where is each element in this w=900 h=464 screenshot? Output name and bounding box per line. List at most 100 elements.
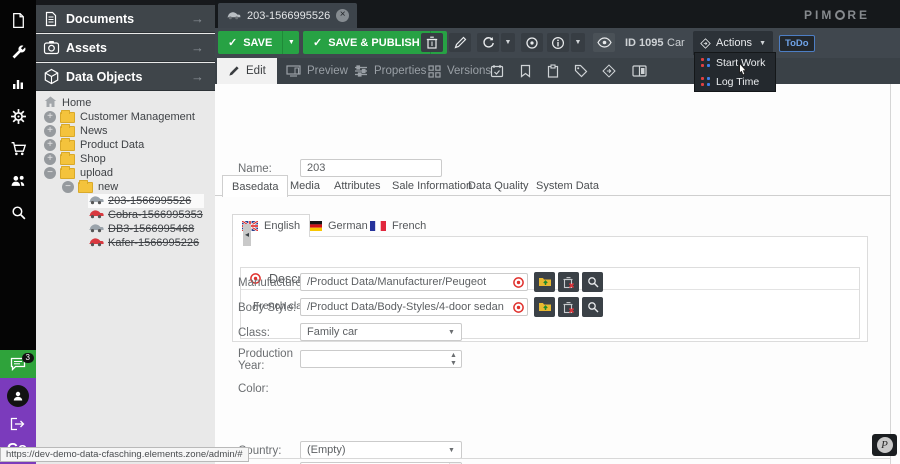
tree-item-car[interactable]: DB3-1566995468 <box>88 222 194 236</box>
expand-plus-icon[interactable]: + <box>44 153 56 165</box>
lang-label: French <box>392 220 426 232</box>
dirty-field-target-icon <box>512 301 525 314</box>
notes-button[interactable] <box>543 62 563 80</box>
search-icon[interactable] <box>0 196 36 228</box>
lang-tab-french[interactable]: French <box>361 214 435 237</box>
info-icon <box>551 36 565 50</box>
spinner-down-icon[interactable]: ▼ <box>450 360 457 367</box>
bookmark-button[interactable] <box>515 62 535 80</box>
schedule-button[interactable] <box>487 62 507 80</box>
tree-item-folder-new[interactable]: − new <box>62 180 118 194</box>
tab-label: Data Quality <box>468 180 529 192</box>
sidebar-collapse-handle[interactable]: ◂ <box>243 224 251 246</box>
open-object-tab[interactable]: 203-1566995526 × <box>218 3 357 28</box>
bodystyle-open-button[interactable] <box>534 297 555 317</box>
manufacturer-input[interactable] <box>300 273 528 291</box>
workflow-dots-icon <box>701 77 710 86</box>
tree-item-label: Kafer-1566995226 <box>108 237 199 249</box>
tab-close-icon[interactable]: × <box>336 9 349 22</box>
bodystyle-label: Body Style: <box>238 302 296 314</box>
reload-button[interactable] <box>477 33 499 52</box>
tree-item-car-selected[interactable]: 203-1566995526 <box>88 194 204 208</box>
tab-edit[interactable]: Edit <box>217 58 277 84</box>
tags-button[interactable] <box>571 62 591 80</box>
monitor-icon <box>286 65 301 77</box>
person-icon <box>12 390 24 402</box>
bodystyle-search-button[interactable] <box>582 297 603 317</box>
country-select[interactable]: (Empty) <box>300 441 462 459</box>
reload-caret-button[interactable]: ▼ <box>501 33 515 52</box>
tab-basedata[interactable]: Basedata <box>222 175 288 197</box>
tree-item-home[interactable]: Home <box>44 96 91 110</box>
manufacturer-search-button[interactable] <box>582 272 603 292</box>
locate-in-tree-button[interactable] <box>521 33 543 52</box>
pencil-icon <box>228 65 240 77</box>
tab-data-quality[interactable]: Data Quality <box>459 175 538 196</box>
bodystyle-remove-button[interactable] <box>558 297 579 317</box>
caret-down-icon[interactable]: ▼ <box>448 329 455 336</box>
tree-item-folder[interactable]: + Product Data <box>44 138 144 152</box>
logo-o-circle <box>835 10 845 20</box>
sliders-icon <box>354 65 368 77</box>
manufacturer-remove-button[interactable] <box>558 272 579 292</box>
workflow-button[interactable] <box>599 62 619 80</box>
accordion-assets[interactable]: Assets → <box>36 34 215 62</box>
class-label: Class: <box>238 327 270 339</box>
document-icon <box>36 11 66 27</box>
accordion-documents[interactable]: Documents → <box>36 5 215 33</box>
preview-eye-button[interactable] <box>593 33 615 52</box>
logout-icon[interactable] <box>10 417 26 436</box>
ecommerce-cart-icon[interactable] <box>0 132 36 164</box>
workflow-dots-icon <box>701 58 710 67</box>
collapse-minus-icon[interactable]: − <box>62 181 74 193</box>
documents-icon[interactable] <box>0 4 36 36</box>
spinner-up-icon[interactable]: ▲ <box>450 352 457 359</box>
production-year-spinner[interactable] <box>300 350 462 368</box>
manufacturer-open-button[interactable] <box>534 272 555 292</box>
open-book-icon <box>632 65 647 77</box>
accordion-data-objects[interactable]: Data Objects → <box>36 63 215 91</box>
chat-button[interactable]: 3 <box>0 350 36 378</box>
expand-arrow-icon[interactable]: → <box>191 40 215 55</box>
script-p-icon: P <box>877 437 893 453</box>
delete-button[interactable] <box>421 33 443 52</box>
caret-down-icon: ▼ <box>575 39 582 46</box>
expand-arrow-icon[interactable]: → <box>191 69 215 84</box>
user-avatar[interactable] <box>7 385 29 407</box>
collapse-minus-icon[interactable]: − <box>44 167 56 179</box>
expand-arrow-icon[interactable]: → <box>191 11 215 26</box>
rename-button[interactable] <box>449 33 471 52</box>
name-label: Name: <box>238 163 272 175</box>
expand-plus-icon[interactable]: + <box>44 111 56 123</box>
reports-chart-icon[interactable] <box>0 68 36 100</box>
translations-button[interactable] <box>629 62 649 80</box>
tree-item-folder[interactable]: + Shop <box>44 152 106 166</box>
users-icon[interactable] <box>0 164 36 196</box>
accordion-data-objects-label: Data Objects <box>66 70 191 84</box>
tab-system-data[interactable]: System Data <box>527 175 608 196</box>
class-select[interactable]: Family car <box>300 323 462 341</box>
expand-plus-icon[interactable]: + <box>44 125 56 137</box>
browser-extension-badge[interactable]: P <box>872 434 897 456</box>
save-button[interactable]: ✓SAVE ▼ <box>218 31 299 54</box>
tab-title: 203-1566995526 <box>247 10 330 22</box>
info-button[interactable] <box>547 33 569 52</box>
caret-down-icon[interactable]: ▼ <box>448 447 455 454</box>
name-input[interactable] <box>300 159 442 177</box>
tree-item-car[interactable]: Cobra-1566995353 <box>88 208 203 222</box>
tree-item-folder[interactable]: + News <box>44 124 108 138</box>
bodystyle-input[interactable] <box>300 298 528 316</box>
tab-attributes[interactable]: Attributes <box>325 175 389 196</box>
object-toolbar: ✓SAVE ▼ ✓SAVE & PUBLISH ▼ ▼ <box>215 28 900 58</box>
tree-item-car[interactable]: Kafer-1566995226 <box>88 236 199 250</box>
tree-item-folder-upload[interactable]: − upload <box>44 166 113 180</box>
edit-panel: Basedata Media Attributes Sale Informati… <box>215 84 900 464</box>
car-icon <box>88 223 104 236</box>
save-dropdown-caret[interactable]: ▼ <box>282 31 299 54</box>
french-flag-icon <box>370 221 386 231</box>
info-caret-button[interactable]: ▼ <box>571 33 585 52</box>
tools-wrench-icon[interactable] <box>0 36 36 68</box>
tree-item-folder[interactable]: + Customer Management <box>44 110 195 124</box>
settings-gear-icon[interactable] <box>0 100 36 132</box>
expand-plus-icon[interactable]: + <box>44 139 56 151</box>
